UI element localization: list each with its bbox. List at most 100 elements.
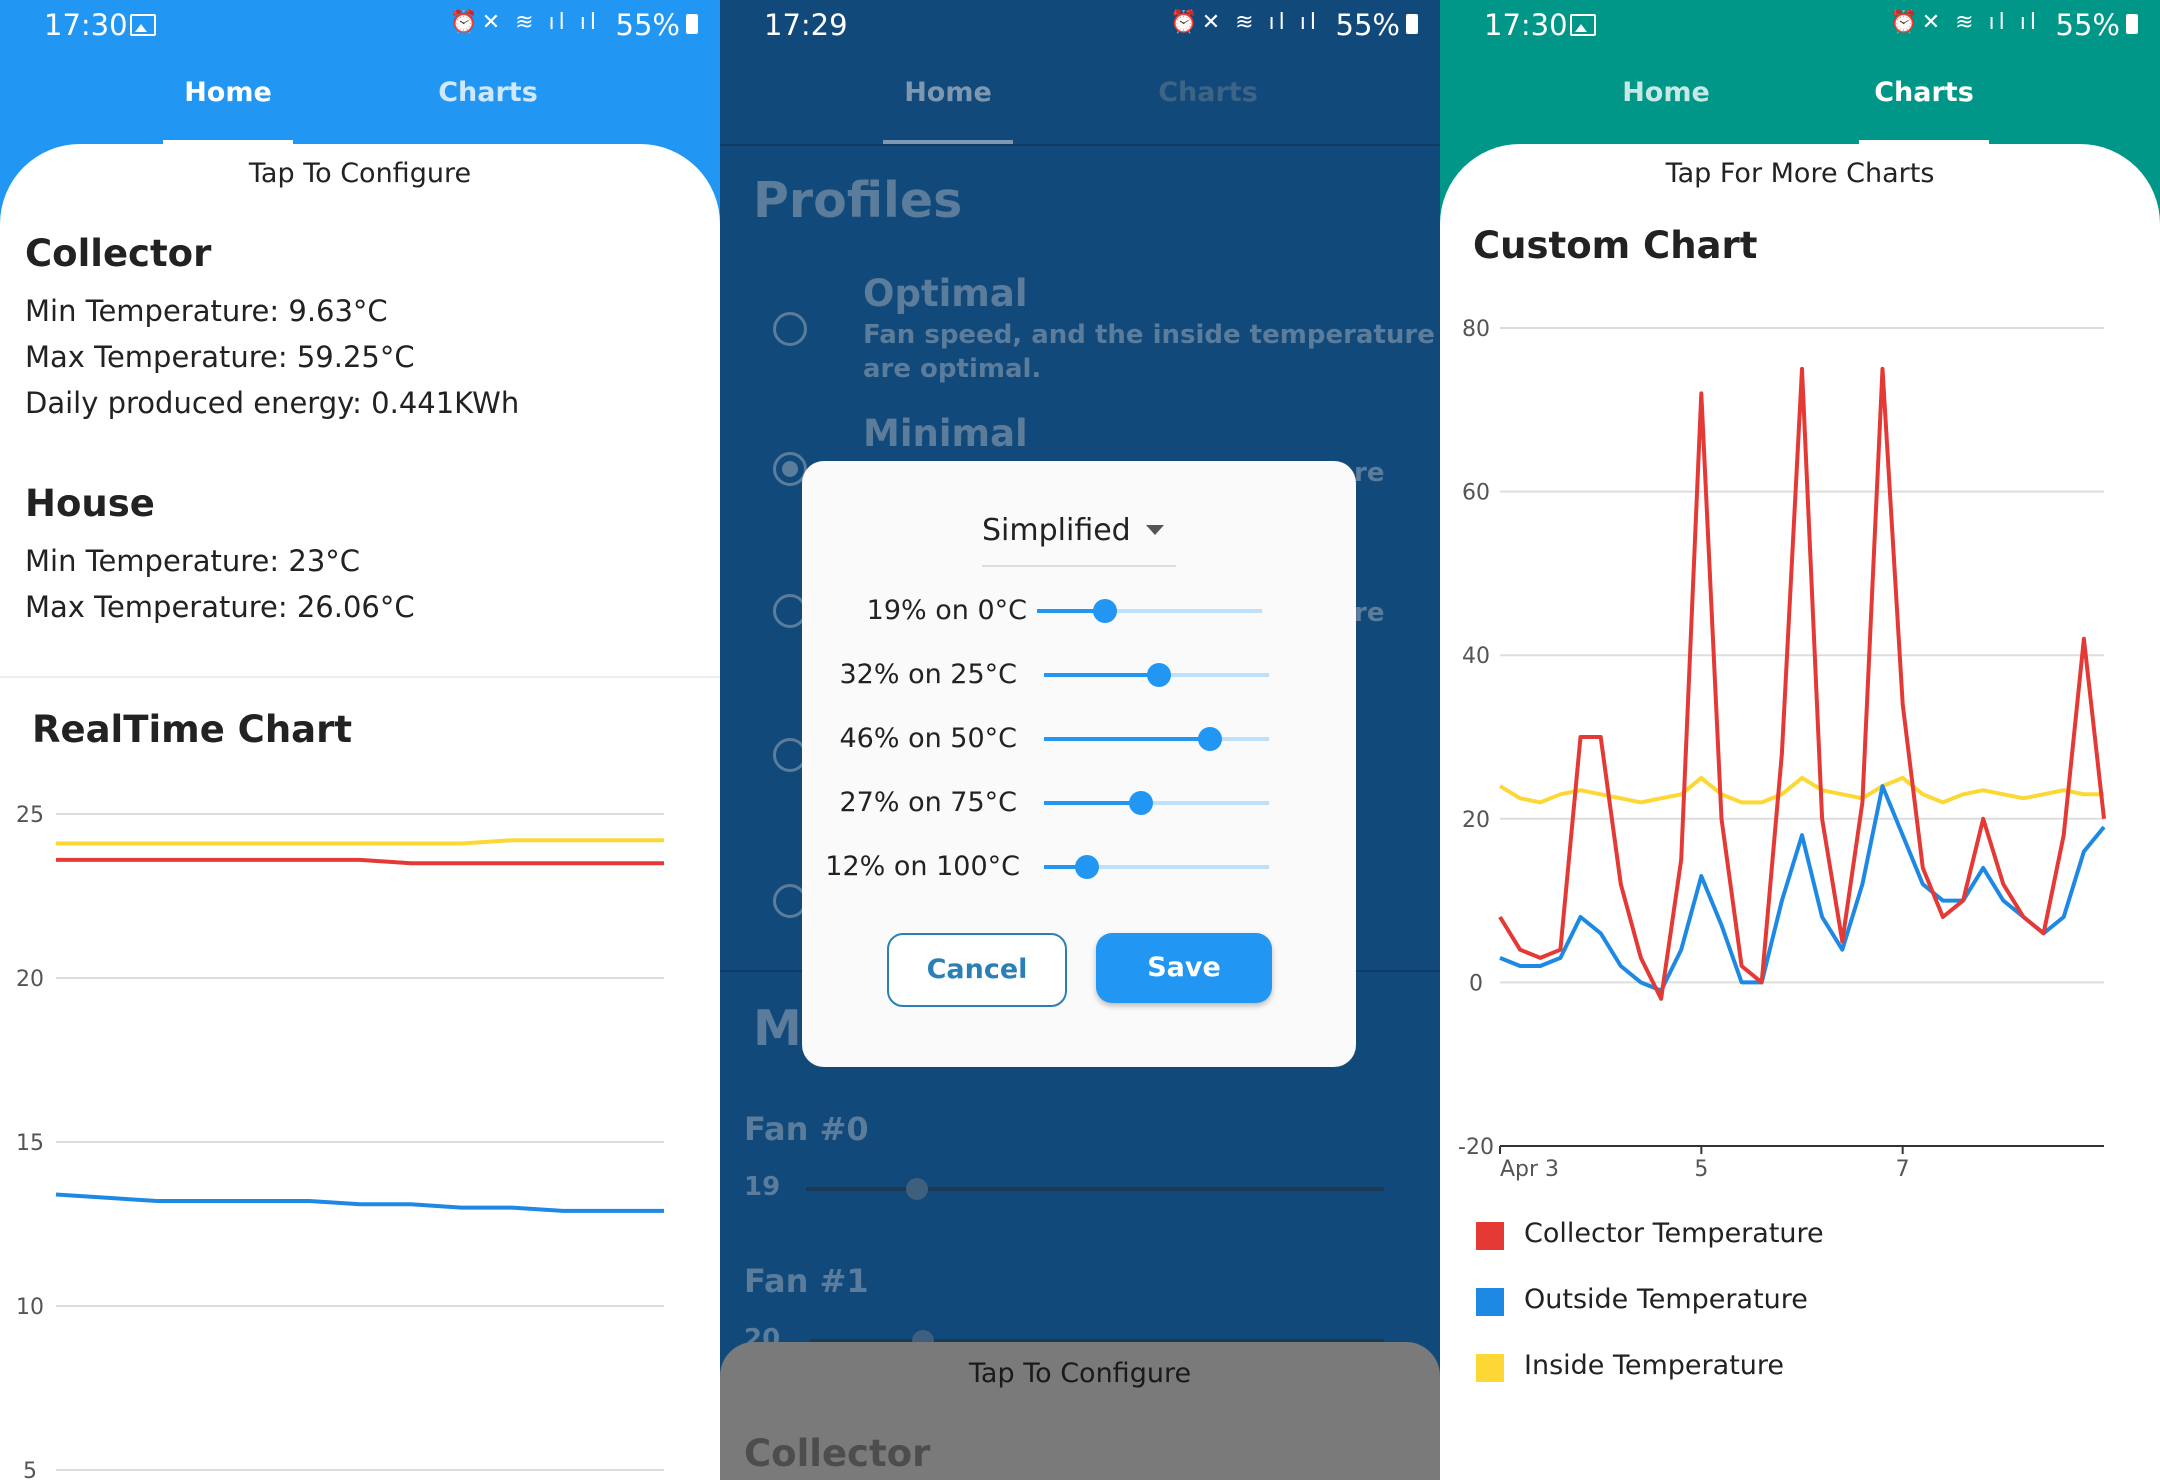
fan-curve-row: 32% on 25°C [802, 645, 1356, 705]
tap-to-configure[interactable]: Tap To Configure [720, 1358, 1440, 1389]
fan-curve-row: 19% on 0°C [802, 581, 1356, 641]
collector-title: Collector [25, 232, 212, 275]
tab-charts[interactable]: Charts [423, 48, 553, 144]
fan-curve-slider[interactable] [1044, 727, 1269, 751]
cancel-button[interactable]: Cancel [887, 933, 1067, 1007]
battery-icon [2126, 14, 2138, 34]
slider-thumb[interactable] [1093, 599, 1117, 623]
fan-curve-label: 12% on 100°C [825, 851, 1020, 882]
slider-thumb[interactable] [1129, 791, 1153, 815]
y-tick-label: 5 [23, 1459, 37, 1480]
tab-home[interactable]: Home [883, 48, 1013, 144]
charts-screen: 17:30 ⏰✕ ≋ ıl ıl 55% Home Charts Tap For… [1440, 0, 2160, 1480]
save-button[interactable]: Save [1096, 933, 1272, 1003]
profile-optimal-name: Optimal [863, 272, 1028, 315]
house-max-temp: Max Temperature: 26.06°C [25, 590, 415, 624]
battery-level: 55% [2055, 8, 2120, 42]
slider-fill [1044, 801, 1141, 805]
tab-charts[interactable]: Charts [1859, 48, 1989, 144]
tab-charts[interactable]: Charts [1143, 48, 1273, 144]
system-status-icons: ⏰✕ ≋ ıl ıl [1170, 10, 1320, 35]
fan-0-slider-thumb[interactable] [906, 1178, 928, 1200]
legend-label: Collector Temperature [1524, 1218, 1824, 1249]
series-line [1498, 366, 2106, 1001]
legend-label: Inside Temperature [1524, 1350, 1785, 1381]
custom-chart-title: Custom Chart [1473, 224, 1758, 267]
realtime-chart-title: RealTime Chart [32, 708, 353, 751]
fan-curve-slider[interactable] [1044, 855, 1269, 879]
divider [0, 676, 720, 678]
profile-optimal-desc-2: are optimal. [863, 354, 1042, 384]
fan-curve-slider[interactable] [1037, 599, 1262, 623]
y-tick-label: 10 [16, 1295, 44, 1320]
system-status-icons: ⏰✕ ≋ ıl ıl [450, 10, 600, 35]
house-title: House [25, 482, 155, 525]
tap-to-configure[interactable]: Tap To Configure [0, 158, 720, 189]
status-time: 17:30 [1484, 8, 1568, 42]
gallery-icon [130, 14, 156, 36]
fan-0-slider[interactable] [806, 1187, 1384, 1191]
battery-icon [686, 14, 698, 34]
slider-fill [1044, 737, 1210, 741]
profile-radio-optimal[interactable] [773, 312, 807, 346]
slider-fill [1044, 673, 1159, 677]
slider-thumb[interactable] [1147, 663, 1171, 687]
tab-bar: Home Charts [1440, 48, 2160, 144]
x-tick-label: Apr 3 [1500, 1157, 1559, 1182]
x-tick-label: 5 [1694, 1157, 1708, 1182]
collector-title: Collector [744, 1432, 931, 1475]
mode-dropdown-value: Simplified [982, 513, 1131, 548]
collector-daily-energy: Daily produced energy: 0.441KWh [25, 386, 520, 420]
legend-label: Outside Temperature [1524, 1284, 1808, 1315]
gallery-icon [1570, 14, 1596, 36]
bottom-sheet: Tap To Configure Collector [720, 1342, 1440, 1480]
status-time: 17:30 [44, 8, 128, 42]
mode-dropdown[interactable]: Simplified [982, 505, 1176, 567]
profile-minimal-desc-fragment: re [1354, 458, 1385, 488]
realtime-chart: 25 20 15 10 5 [16, 803, 664, 1480]
tab-home[interactable]: Home [163, 48, 293, 144]
y-tick-label: 25 [16, 803, 44, 828]
profile-minimal-name: Minimal [863, 412, 1028, 455]
profile-3-desc-fragment: re [1354, 598, 1385, 628]
tab-bar: Home Charts [0, 48, 720, 144]
battery-icon [1406, 14, 1418, 34]
series-line [56, 838, 664, 846]
fan-curve-row: 27% on 75°C [802, 773, 1356, 833]
fan-curve-label: 19% on 0°C [866, 595, 1027, 626]
y-tick-label: -20 [1458, 1135, 1494, 1160]
system-status-icons: ⏰✕ ≋ ıl ıl [1890, 10, 2040, 35]
legend-swatch [1476, 1288, 1504, 1316]
chevron-down-icon [1146, 525, 1164, 535]
fan-curve-label: 27% on 75°C [839, 787, 1017, 818]
legend-swatch [1476, 1222, 1504, 1250]
fan-0-label: Fan #0 [744, 1110, 869, 1148]
fan-curve-slider[interactable] [1044, 663, 1269, 687]
status-bar: 17:30 ⏰✕ ≋ ıl ıl 55% [0, 0, 720, 48]
status-bar: 17:29 ⏰✕ ≋ ıl ıl 55% [720, 0, 1440, 48]
x-tick-label: 7 [1896, 1157, 1910, 1182]
tab-home[interactable]: Home [1601, 48, 1731, 144]
slider-thumb[interactable] [1075, 855, 1099, 879]
slider-thumb[interactable] [1198, 727, 1222, 751]
fan-curve-slider[interactable] [1044, 791, 1269, 815]
tap-for-more-charts[interactable]: Tap For More Charts [1440, 158, 2160, 189]
legend-swatch [1476, 1354, 1504, 1382]
collector-max-temp: Max Temperature: 59.25°C [25, 340, 415, 374]
series-line [55, 1192, 664, 1213]
fan-curve-label: 32% on 25°C [839, 659, 1017, 690]
fan-curve-row: 12% on 100°C [802, 837, 1356, 897]
battery-level: 55% [1335, 8, 1400, 42]
series-line [56, 857, 664, 866]
fan-curve-dialog: Simplified 19% on 0°C 32% on 25°C 46% on 5… [802, 461, 1356, 1067]
fan-curve-row: 46% on 50°C [802, 709, 1356, 769]
y-tick-label: 20 [16, 967, 44, 992]
profile-optimal-desc-1: Fan speed, and the inside temperature [863, 320, 1435, 350]
y-tick-label: 60 [1462, 481, 1490, 506]
divider [720, 144, 1440, 146]
y-tick-label: 20 [1462, 808, 1490, 833]
series-line [1498, 775, 2104, 805]
profile-config-screen: 17:29 ⏰✕ ≋ ıl ıl 55% Home Charts Profile… [720, 0, 1440, 1480]
battery-level: 55% [615, 8, 680, 42]
status-time: 17:29 [764, 8, 848, 42]
